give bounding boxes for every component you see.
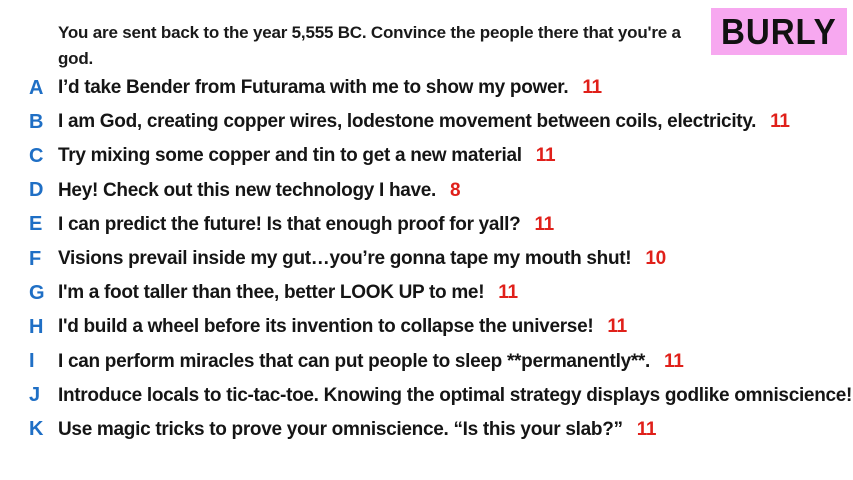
answer-body: Try mixing some copper and tin to get a … bbox=[58, 145, 522, 167]
answer-letter: C bbox=[29, 144, 44, 167]
answer-text: I can predict the future! Is that enough… bbox=[58, 214, 554, 236]
answer-letter: F bbox=[29, 247, 42, 270]
answer-row-b: B I am God, creating copper wires, lodes… bbox=[0, 105, 853, 139]
answer-letter: J bbox=[29, 384, 41, 407]
answer-body: Visions prevail inside my gut…you’re gon… bbox=[58, 248, 632, 270]
answer-row-i: I I can perform miracles that can put pe… bbox=[0, 345, 853, 379]
answer-text: Use magic tricks to prove your omniscien… bbox=[58, 418, 657, 441]
answer-text: I’d take Bender from Futurama with me to… bbox=[58, 77, 602, 99]
answer-score: 11 bbox=[535, 145, 556, 167]
answer-body: I can perform miracles that can put peop… bbox=[58, 350, 650, 372]
answer-text: Introduce locals to tic-tac-toe. Knowing… bbox=[58, 385, 853, 407]
answer-text: Visions prevail inside my gut…you’re gon… bbox=[58, 248, 666, 270]
answer-row-e: E I can predict the future! Is that enou… bbox=[0, 208, 853, 242]
answer-text: I'm a foot taller than thee, better LOOK… bbox=[58, 282, 518, 304]
answer-text: I'd build a wheel before its invention t… bbox=[58, 316, 627, 338]
answer-score: 11 bbox=[664, 350, 684, 372]
answer-row-k: K Use magic tricks to prove your omnisci… bbox=[0, 413, 853, 447]
prompt-text: You are sent back to the year 5,555 BC. … bbox=[58, 23, 681, 68]
answer-letter: A bbox=[29, 76, 44, 99]
answer-score: 11 bbox=[636, 418, 657, 440]
answer-score: 10 bbox=[645, 248, 666, 270]
answer-letter: B bbox=[29, 110, 44, 133]
player-name-badge: BURLY bbox=[711, 8, 847, 55]
answer-text: Hey! Check out this new technology I hav… bbox=[58, 179, 461, 202]
answer-body: I’d take Bender from Futurama with me to… bbox=[58, 77, 569, 99]
answer-letter: G bbox=[29, 281, 45, 304]
answer-body: I'd build a wheel before its invention t… bbox=[58, 316, 594, 338]
answer-letter: K bbox=[29, 418, 44, 441]
answer-score: 11 bbox=[607, 316, 627, 338]
answer-score: 8 bbox=[450, 179, 461, 201]
answer-score: 11 bbox=[534, 213, 554, 235]
answer-row-j: J Introduce locals to tic-tac-toe. Knowi… bbox=[0, 379, 853, 413]
answer-row-c: C Try mixing some copper and tin to get … bbox=[0, 139, 853, 173]
answer-letter: E bbox=[29, 213, 43, 236]
answer-row-g: G I'm a foot taller than thee, better LO… bbox=[0, 276, 853, 310]
answer-letter: H bbox=[29, 315, 44, 338]
answer-text: Try mixing some copper and tin to get a … bbox=[58, 145, 556, 167]
answer-body: Use magic tricks to prove your omniscien… bbox=[58, 418, 623, 440]
answer-body: I am God, creating copper wires, lodesto… bbox=[58, 111, 757, 133]
answer-list: A I’d take Bender from Futurama with me … bbox=[0, 71, 853, 447]
answer-body: Hey! Check out this new technology I hav… bbox=[58, 179, 437, 201]
answer-text: I am God, creating copper wires, lodesto… bbox=[58, 111, 790, 133]
answer-body: I'm a foot taller than thee, better LOOK… bbox=[58, 282, 485, 304]
answer-row-f: F Visions prevail inside my gut…you’re g… bbox=[0, 242, 853, 276]
answer-row-h: H I'd build a wheel before its invention… bbox=[0, 310, 853, 344]
answer-text: I can perform miracles that can put peop… bbox=[58, 351, 684, 373]
answer-score: 11 bbox=[498, 282, 518, 304]
answer-score: 11 bbox=[582, 77, 602, 99]
answer-letter: I bbox=[29, 350, 35, 373]
answer-row-d: D Hey! Check out this new technology I h… bbox=[0, 174, 853, 208]
answer-letter: D bbox=[29, 179, 44, 202]
answer-body: Introduce locals to tic-tac-toe. Knowing… bbox=[58, 384, 853, 406]
answer-row-a: A I’d take Bender from Futurama with me … bbox=[0, 71, 853, 105]
answer-body: I can predict the future! Is that enough… bbox=[58, 213, 521, 235]
answer-score: 11 bbox=[770, 111, 790, 133]
player-name-label: BURLY bbox=[721, 10, 837, 52]
